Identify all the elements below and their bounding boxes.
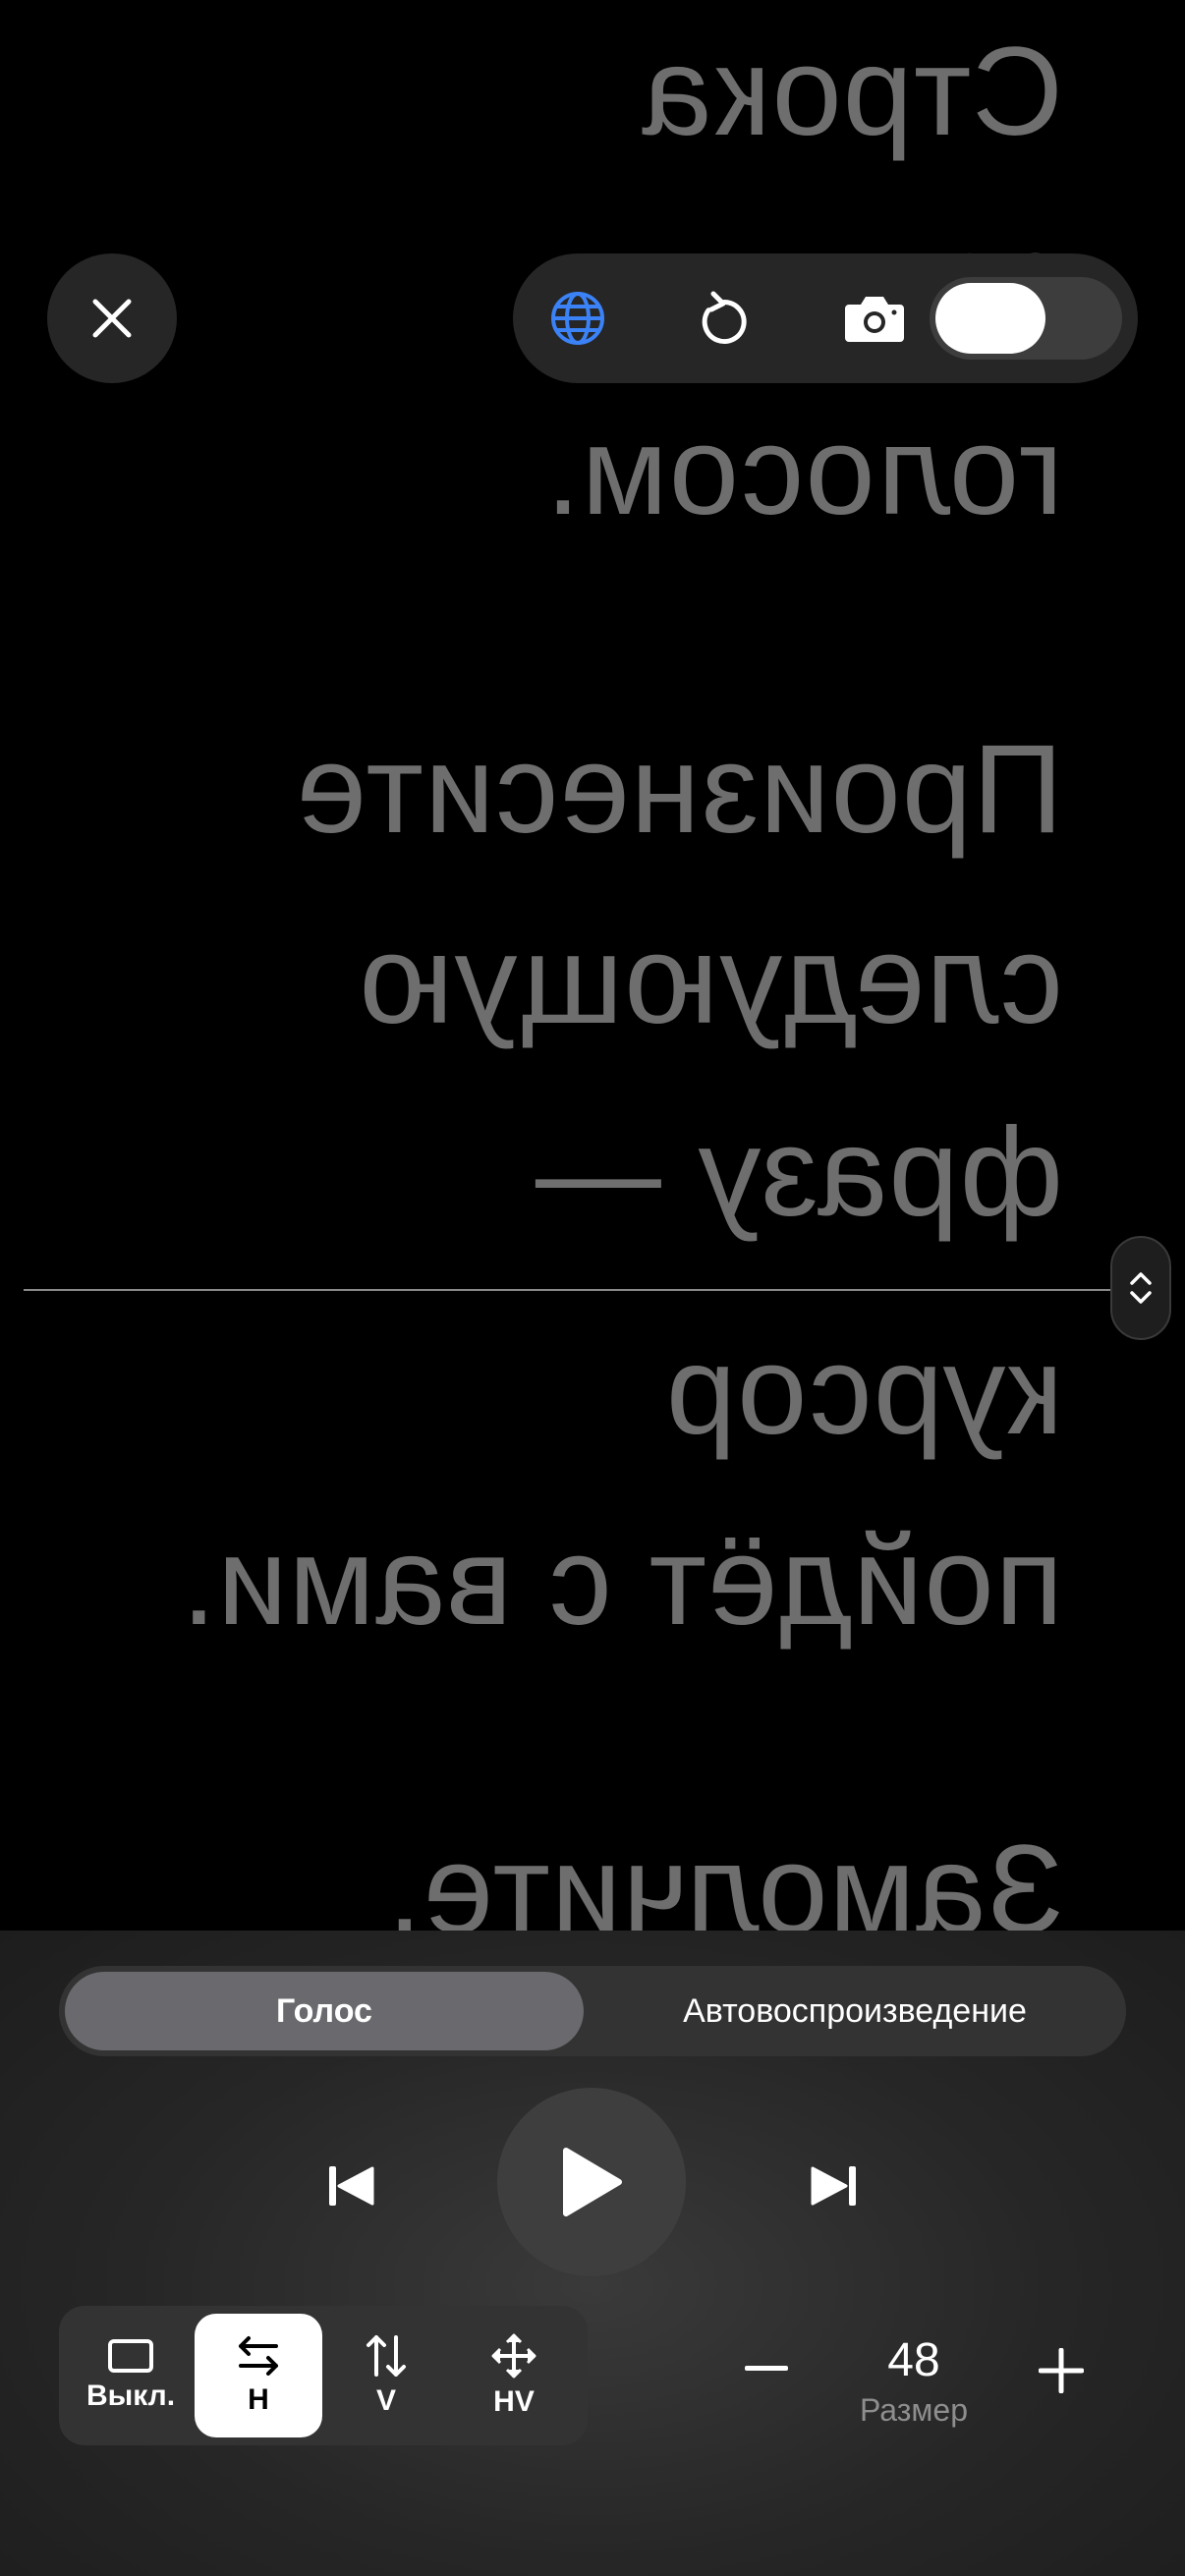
next-button[interactable] <box>794 2147 873 2225</box>
prompter-line: следующую <box>358 910 1064 1050</box>
rectangle-icon <box>108 2339 153 2373</box>
restart-icon <box>702 291 747 345</box>
camera-button[interactable] <box>837 281 912 356</box>
tab-autoplay[interactable]: Автовоспроизведение <box>590 1972 1120 2050</box>
camera-icon <box>845 297 904 342</box>
previous-button[interactable] <box>312 2147 391 2225</box>
arrows-horizontal-icon <box>239 2336 278 2376</box>
chevron-up-down-icon <box>1130 1272 1152 1304</box>
close-icon <box>92 299 132 338</box>
reading-guide-line <box>24 1289 1114 1291</box>
prompter-line: курсор <box>665 1320 1063 1461</box>
prompter-line: Строка <box>641 22 1063 162</box>
size-decrease-button[interactable] <box>739 2341 794 2396</box>
mirror-horizontal-button[interactable]: H <box>195 2314 322 2437</box>
prompter-line: пойдёт с вами. <box>180 1511 1063 1652</box>
toggle-knob <box>935 283 1045 354</box>
mirror-off-button[interactable]: Выкл. <box>67 2314 195 2437</box>
play-button[interactable] <box>497 2088 686 2276</box>
globe-icon <box>551 292 604 345</box>
size-label: Размер <box>860 2392 968 2428</box>
mirror-mode-label: HV <box>493 2385 535 2418</box>
top-toolbar <box>513 253 1138 383</box>
mode-segmented-control: Голос Автовоспроизведение <box>59 1966 1126 2056</box>
camera-toggle[interactable] <box>930 277 1122 360</box>
prompter-line: фразу — <box>534 1102 1063 1243</box>
prompter-line: голосом. <box>544 401 1063 541</box>
size-increase-button[interactable] <box>1032 2341 1091 2400</box>
tab-voice[interactable]: Голос <box>65 1972 584 2050</box>
guide-handle[interactable] <box>1110 1236 1171 1340</box>
prompter-line: Замолчите. <box>386 1820 1063 1931</box>
prompter-line: Произнесите <box>295 719 1063 860</box>
plus-icon <box>1039 2348 1084 2393</box>
mirror-vertical-button[interactable]: V <box>322 2314 450 2437</box>
skip-forward-icon <box>811 2166 856 2206</box>
mirror-mode-selector: Выкл. H V HV <box>59 2306 588 2445</box>
bottom-control-panel: Голос Автовоспроизведение Выкл. H V HV 4… <box>0 1931 1185 2576</box>
size-value: 48 <box>887 2334 940 2386</box>
mirror-mode-label: Выкл. <box>85 2380 176 2412</box>
mirror-both-button[interactable]: HV <box>450 2314 578 2437</box>
language-button[interactable] <box>540 281 615 356</box>
arrows-vertical-icon <box>367 2335 406 2377</box>
mirror-mode-label: H <box>248 2383 269 2416</box>
minus-icon <box>745 2366 788 2371</box>
close-button[interactable] <box>47 253 177 383</box>
play-icon <box>563 2148 622 2216</box>
skip-back-icon <box>329 2166 374 2206</box>
arrows-move-icon <box>491 2333 536 2379</box>
restart-button[interactable] <box>688 281 762 356</box>
mirror-mode-label: V <box>375 2384 396 2417</box>
